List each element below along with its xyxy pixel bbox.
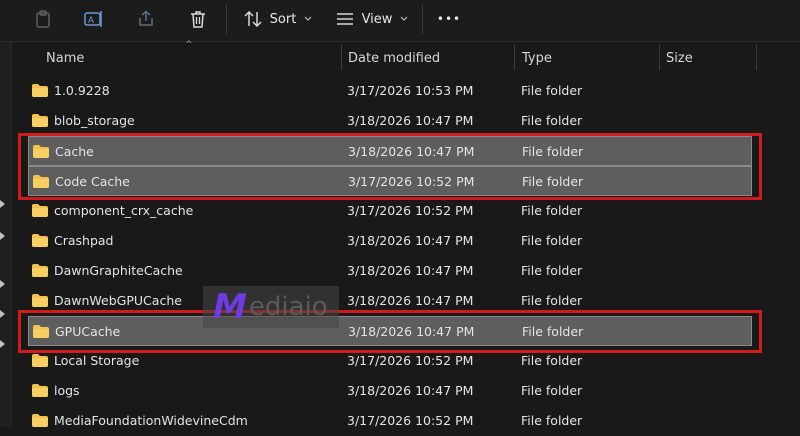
folder-icon [32, 383, 48, 397]
file-name: DawnGraphiteCache [54, 262, 183, 278]
file-name-cell: MediaFoundationWidevineCdm [32, 406, 248, 434]
view-label: View [361, 11, 393, 27]
date-modified-cell: 3/18/2026 10:47 PM [347, 382, 474, 398]
more-icon: ••• [436, 12, 462, 26]
type-cell: File folder [521, 202, 583, 218]
file-row[interactable]: blob_storage 3/18/2026 10:47 PM File folde… [28, 106, 752, 136]
file-name: blob_storage [54, 112, 135, 128]
file-name-cell: 1.0.9228 [32, 76, 110, 104]
watermark-mark: M [213, 287, 247, 327]
file-name-cell: DawnGraphiteCache [32, 256, 183, 284]
toolbar-divider [226, 4, 227, 34]
date-modified-cell: 3/18/2026 10:47 PM [347, 112, 474, 128]
type-cell: File folder [521, 232, 583, 248]
toolbar-divider [422, 4, 423, 34]
share-icon [139, 10, 153, 26]
column-header-size[interactable]: Size [660, 42, 756, 74]
date-modified-cell: 3/18/2026 10:47 PM [347, 262, 474, 278]
sort-button[interactable]: Sort [238, 0, 318, 38]
file-name: Local Storage [54, 352, 140, 368]
folder-icon [32, 83, 48, 97]
column-divider[interactable] [341, 44, 342, 70]
highlight-box [18, 133, 762, 200]
rename-icon: A [84, 11, 102, 27]
date-modified-cell: 3/17/2026 10:52 PM [347, 412, 474, 428]
type-cell: File folder [521, 262, 583, 278]
pin-icon [0, 280, 5, 288]
file-name: Crashpad [54, 232, 114, 248]
share-button[interactable] [131, 0, 161, 38]
view-button[interactable]: View [330, 0, 414, 38]
type-cell: File folder [521, 412, 583, 428]
watermark-text: ediaio [248, 292, 328, 322]
file-name: logs [54, 382, 80, 398]
rename-button[interactable]: A [79, 0, 109, 38]
file-name-cell: logs [32, 376, 80, 404]
delete-button[interactable] [183, 0, 213, 38]
file-row[interactable]: component_crx_cache 3/17/2026 10:52 PM Fil… [28, 196, 752, 226]
sort-icon [244, 11, 262, 27]
more-options-button[interactable]: ••• [432, 0, 466, 38]
file-name-cell: Crashpad [32, 226, 114, 254]
watermark-logo: M ediaio [203, 286, 339, 328]
command-bar: A Sort View ••• [0, 0, 800, 40]
svg-text:A: A [88, 15, 94, 25]
folder-icon [32, 113, 48, 127]
file-row[interactable]: Crashpad 3/18/2026 10:47 PM File folder [28, 226, 752, 256]
folder-icon [32, 413, 48, 427]
column-header-name[interactable]: Name [40, 42, 340, 74]
file-name-cell: blob_storage [32, 106, 135, 134]
file-row[interactable]: 1.0.9228 3/17/2026 10:53 PM File folder [28, 76, 752, 106]
clipboard-icon [36, 10, 50, 28]
pin-icon [0, 200, 5, 208]
navigation-pane-edge [0, 42, 12, 427]
file-row[interactable]: MediaFoundationWidevineCdm 3/17/2026 10:5… [28, 406, 752, 436]
folder-icon [32, 353, 48, 367]
paste-button[interactable] [28, 0, 58, 38]
file-name: component_crx_cache [54, 202, 194, 218]
file-name: MediaFoundationWidevineCdm [54, 412, 248, 428]
column-header-date[interactable]: Date modified [342, 42, 514, 74]
file-row[interactable]: logs 3/18/2026 10:47 PM File folder [28, 376, 752, 406]
pin-icon [0, 340, 5, 348]
folder-icon [32, 233, 48, 247]
column-divider[interactable] [659, 44, 660, 70]
column-header: Name Date modified Type Size [12, 42, 800, 74]
type-cell: File folder [521, 382, 583, 398]
folder-icon [32, 203, 48, 217]
chevron-down-icon [304, 16, 312, 21]
chevron-down-icon [400, 16, 408, 21]
file-name-cell: component_crx_cache [32, 196, 193, 224]
type-cell: File folder [521, 82, 583, 98]
pin-icon [0, 232, 5, 240]
folder-icon [32, 263, 48, 277]
view-lines-icon [336, 13, 353, 25]
date-modified-cell: 3/17/2026 10:52 PM [347, 202, 474, 218]
pin-icon [0, 310, 5, 318]
file-row[interactable]: DawnGraphiteCache 3/18/2026 10:47 PM File … [28, 256, 752, 286]
date-modified-cell: 3/17/2026 10:53 PM [347, 82, 474, 98]
folder-icon [32, 293, 48, 307]
column-divider[interactable] [756, 44, 757, 70]
file-name: DawnWebGPUCache [54, 292, 182, 308]
sort-label: Sort [269, 11, 297, 27]
column-divider[interactable] [514, 44, 515, 70]
file-name: 1.0.9228 [54, 82, 110, 98]
column-header-type[interactable]: Type [516, 42, 660, 74]
trash-icon [191, 11, 205, 28]
highlight-box [18, 310, 762, 353]
type-cell: File folder [521, 112, 583, 128]
date-modified-cell: 3/18/2026 10:47 PM [347, 232, 474, 248]
